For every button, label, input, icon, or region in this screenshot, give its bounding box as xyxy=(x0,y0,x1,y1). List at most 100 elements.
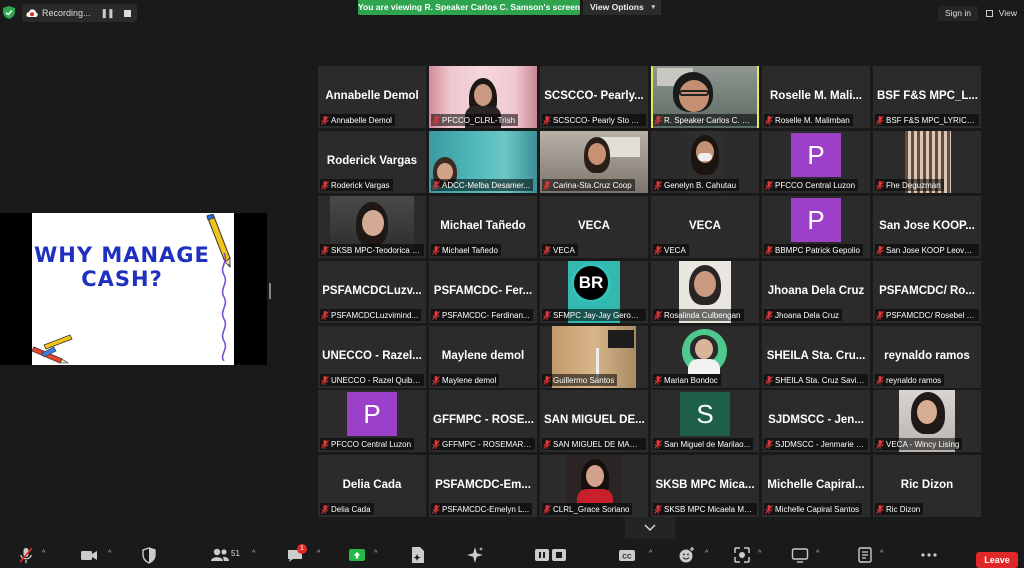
participant-tile[interactable]: UNECCO - Razel... UNECCO - Razel Quibr..… xyxy=(318,326,426,388)
participant-tile[interactable]: Genelyn B. Cahutau xyxy=(651,131,759,193)
start-video-button[interactable] xyxy=(80,546,98,564)
participant-name: SJDMSCC - Jen... xyxy=(768,414,864,426)
video-options-caret-icon[interactable]: ^ xyxy=(108,550,111,557)
participant-tile[interactable]: P PFCCO Central Luzon xyxy=(318,390,426,452)
view-options-button[interactable]: View Options ▾ xyxy=(583,0,661,15)
participant-tile[interactable]: SHEILA Sta. Cru... SHEILA Sta. Cruz Savi… xyxy=(762,326,870,388)
chat-caret-icon[interactable]: ^ xyxy=(317,550,320,557)
participant-tile[interactable]: S San Miguel de Marilao... xyxy=(651,390,759,452)
participant-label-text: Carina-Sta.Cruz Coop xyxy=(553,180,632,190)
participant-tile[interactable]: Guillermo Santos xyxy=(540,326,648,388)
reactions-button[interactable] xyxy=(678,546,696,564)
participant-tile[interactable]: BR SFMPC Jay-Jay Geroni... xyxy=(540,261,648,323)
participant-tile[interactable]: PSFAMCDC/ Ro... PSFAMCDC/ Rosebel B... xyxy=(873,261,981,323)
share-caret-icon[interactable]: ^ xyxy=(374,550,377,557)
view-button[interactable]: View xyxy=(984,6,1020,21)
participant-tile[interactable]: PSFAMCDCLuzv... PSFAMCDCLuzvimind... xyxy=(318,261,426,323)
participant-tile[interactable]: CLRL_Grace Soriano xyxy=(540,455,648,517)
participant-tile[interactable]: Michelle Capiral... Michelle Capiral San… xyxy=(762,455,870,517)
unmute-button[interactable] xyxy=(18,546,34,564)
muted-mic-icon xyxy=(654,439,662,449)
participant-tile[interactable]: Jhoana Dela Cruz Jhoana Dela Cruz xyxy=(762,261,870,323)
stop-recording-icon[interactable] xyxy=(123,9,131,17)
resize-handle[interactable] xyxy=(269,283,271,299)
participant-tile[interactable]: Marian Bondoc xyxy=(651,326,759,388)
participant-tile[interactable]: Annabelle Demol Annabelle Demol xyxy=(318,66,426,128)
participant-name: UNECCO - Razel... xyxy=(322,350,422,362)
participant-label-text: VECA - Wincy Lising xyxy=(886,439,960,449)
participant-tile[interactable]: VECA VECA xyxy=(540,196,648,258)
collapse-gallery-button[interactable] xyxy=(625,517,675,539)
captions-caret-icon[interactable]: ^ xyxy=(649,550,652,557)
participant-tile[interactable]: VECA VECA xyxy=(651,196,759,258)
ai-companion-button[interactable] xyxy=(466,546,484,564)
participant-tile[interactable]: Roderick Vargas Roderick Vargas xyxy=(318,131,426,193)
participant-tile[interactable]: SJDMSCC - Jen... SJDMSCC - Jenmarie E... xyxy=(762,390,870,452)
participant-tile[interactable]: BSF F&S MPC_L... BSF F&S MPC_LYRICA ... xyxy=(873,66,981,128)
muted-mic-icon xyxy=(543,115,551,125)
participant-tile[interactable]: PSFAMCDC- Fer... PSFAMCDC- Ferdinan... xyxy=(429,261,537,323)
pause-recording-icon[interactable]: ❚❚ xyxy=(101,8,115,19)
participant-label: Jhoana Dela Cruz xyxy=(764,309,843,321)
share-screen-button[interactable] xyxy=(348,546,366,564)
notes-button[interactable] xyxy=(857,546,873,564)
participant-label-text: Ric Dizon xyxy=(886,504,921,514)
muted-mic-icon xyxy=(432,180,440,190)
participant-tile[interactable]: PSFAMCDC-Em... PSFAMCDC-Emelyn L... xyxy=(429,455,537,517)
shared-screen[interactable]: WHY MANAGE CASH? xyxy=(0,213,267,365)
participant-tile[interactable]: SCSCCO- Pearly... SCSCCO- Pearly Sto To.… xyxy=(540,66,648,128)
muted-mic-icon xyxy=(765,310,773,320)
active-speaker-tile[interactable]: R. Speaker Carlos C. Sams... xyxy=(651,66,759,128)
muted-mic-icon xyxy=(876,375,884,385)
participant-tile[interactable]: VECA - Wincy Lising xyxy=(873,390,981,452)
participant-label: Ric Dizon xyxy=(875,503,924,515)
summary-button[interactable] xyxy=(410,546,426,564)
apps-button[interactable] xyxy=(733,546,751,564)
participants-caret-icon[interactable]: ^ xyxy=(252,550,255,557)
participant-tile[interactable]: SKSB MPC-Teodorica B... xyxy=(318,196,426,258)
participant-tile[interactable]: Rosalinda Culbengan xyxy=(651,261,759,323)
participant-tile[interactable]: Fhe Deguzman xyxy=(873,131,981,193)
participant-tile[interactable]: ADCC-Melba Desamer... xyxy=(429,131,537,193)
view-caret-icon[interactable]: ^ xyxy=(816,550,819,557)
more-button[interactable] xyxy=(920,546,938,564)
apps-caret-icon[interactable]: ^ xyxy=(758,550,761,557)
participant-tile[interactable]: PFCCO_CLRL-Trish xyxy=(429,66,537,128)
muted-mic-icon xyxy=(543,375,551,385)
participant-tile[interactable]: Delia Cada Delia Cada xyxy=(318,455,426,517)
participant-label-text: SKSB MPC-Teodorica B... xyxy=(331,245,421,255)
view-switch-button[interactable] xyxy=(791,546,809,564)
notes-caret-icon[interactable]: ^ xyxy=(880,550,883,557)
participant-tile[interactable]: SAN MIGUEL DE... SAN MIGUEL DE MARI... xyxy=(540,390,648,452)
reactions-caret-icon[interactable]: ^ xyxy=(705,550,708,557)
audio-options-caret-icon[interactable]: ^ xyxy=(42,550,45,557)
captions-button[interactable]: CC xyxy=(618,546,636,564)
participant-tile[interactable]: GFFMPC - ROSE... GFFMPC - ROSEMARIE... xyxy=(429,390,537,452)
security-shield-icon[interactable] xyxy=(3,6,15,19)
participant-tile[interactable]: Carina-Sta.Cruz Coop xyxy=(540,131,648,193)
avatar: P xyxy=(791,133,841,177)
participant-name: PSFAMCDC- Fer... xyxy=(433,285,533,297)
participant-tile[interactable]: P PFCCO Central Luzon xyxy=(762,131,870,193)
participant-tile[interactable]: Maylene demol Maylene demol xyxy=(429,326,537,388)
participant-tile[interactable]: reynaldo ramos reynaldo ramos xyxy=(873,326,981,388)
participants-button[interactable] xyxy=(210,546,230,564)
participant-name: Roderick Vargas xyxy=(326,155,418,167)
monitor-icon xyxy=(791,548,809,563)
participant-tile[interactable]: SKSB MPC Mica... SKSB MPC Micaela Ma... xyxy=(651,455,759,517)
participant-name: SHEILA Sta. Cru... xyxy=(766,350,866,362)
security-button[interactable] xyxy=(142,546,156,564)
participant-tile[interactable]: San Jose KOOP... San Jose KOOP Leovy ... xyxy=(873,196,981,258)
participant-name: Michelle Capiral... xyxy=(767,479,865,491)
muted-mic-icon xyxy=(654,245,662,255)
record-button[interactable] xyxy=(534,546,568,564)
sign-in-button[interactable]: Sign in xyxy=(938,6,978,21)
participant-tile[interactable]: Michael Tañedo Michael Tañedo xyxy=(429,196,537,258)
participant-tile[interactable]: P BBMPC Patrick Gepolio xyxy=(762,196,870,258)
leave-button[interactable]: Leave xyxy=(976,552,1018,568)
participant-label-text: Roderick Vargas xyxy=(331,180,390,190)
participant-label-text: ADCC-Melba Desamer... xyxy=(442,180,531,190)
participant-label: reynaldo ramos xyxy=(875,374,945,386)
participant-tile[interactable]: Roselle M. Mali... Roselle M. Malimban xyxy=(762,66,870,128)
participant-tile[interactable]: Ric Dizon Ric Dizon xyxy=(873,455,981,517)
